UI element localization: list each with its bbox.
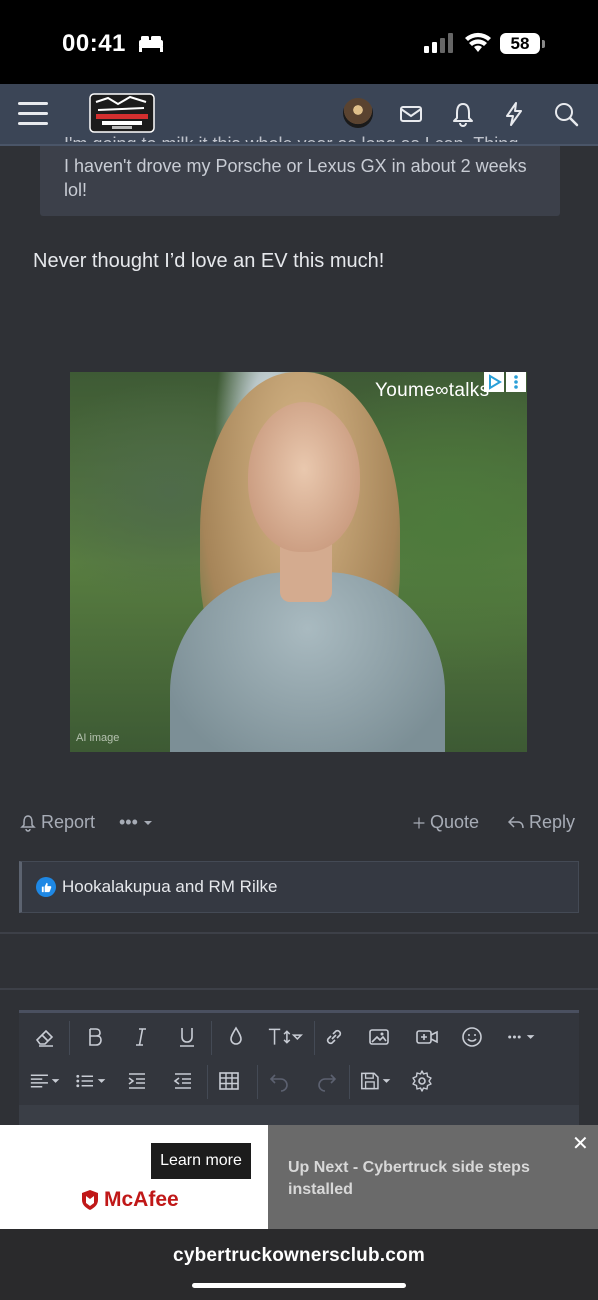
plus-icon xyxy=(413,817,425,828)
quote-label: Quote xyxy=(430,812,480,832)
divider xyxy=(0,932,598,934)
status-bar: 00:41 58 xyxy=(0,0,598,84)
bold-icon[interactable] xyxy=(81,1023,109,1051)
avatar[interactable] xyxy=(343,98,373,128)
quoted-post: I'm going to milk it this whole year as … xyxy=(40,134,560,216)
browser-url-bar[interactable]: cybertruckownersclub.com xyxy=(0,1229,598,1300)
post-actions: Report ••• Quote Reply xyxy=(0,810,598,838)
ad-image-face xyxy=(248,402,360,552)
url-text[interactable]: cybertruckownersclub.com xyxy=(0,1245,598,1267)
quote-button[interactable]: Quote xyxy=(412,812,479,833)
status-time: 00:41 xyxy=(62,30,126,57)
toolbar-separator xyxy=(257,1065,258,1099)
like-icon xyxy=(36,877,56,897)
emoji-icon[interactable] xyxy=(458,1023,486,1051)
table-icon[interactable] xyxy=(215,1067,243,1095)
quote-cut-line: I'm going to milk it this whole year as … xyxy=(64,132,536,142)
mcafee-shield-icon xyxy=(82,1190,98,1210)
gear-icon[interactable] xyxy=(408,1067,436,1095)
save-draft-icon[interactable] xyxy=(357,1067,397,1095)
undo-icon[interactable] xyxy=(265,1067,293,1095)
toolbar-separator xyxy=(69,1021,70,1055)
bell-icon[interactable] xyxy=(450,101,476,127)
toolbar-separator xyxy=(211,1021,212,1055)
report-label: Report xyxy=(41,812,96,832)
ad-image-label: AI image xyxy=(76,732,120,744)
ad-banner[interactable]: Youme∞talks AI image xyxy=(70,372,527,752)
battery-tip xyxy=(542,40,545,48)
underline-icon[interactable] xyxy=(173,1023,201,1051)
chevron-down-icon xyxy=(143,820,152,825)
mcafee-text: McAfee xyxy=(104,1188,179,1211)
reply-editor xyxy=(19,1010,579,1133)
learn-more-button[interactable]: Learn more xyxy=(151,1143,251,1179)
divider xyxy=(0,988,598,990)
align-icon[interactable] xyxy=(27,1067,67,1095)
report-button[interactable]: Report xyxy=(19,812,95,833)
up-next-text[interactable]: Up Next - Cybertruck side steps installe… xyxy=(288,1157,558,1201)
more-label: ••• xyxy=(119,812,138,832)
site-logo[interactable] xyxy=(88,90,156,136)
close-icon[interactable]: ✕ xyxy=(572,1131,589,1156)
mail-icon[interactable] xyxy=(398,101,424,127)
list-icon[interactable] xyxy=(73,1067,113,1095)
signal-icon xyxy=(424,33,453,53)
mcafee-logo: McAfee xyxy=(80,1188,179,1212)
toolbar-separator xyxy=(207,1065,208,1099)
adchoices-icon[interactable] xyxy=(484,372,504,392)
italic-icon[interactable] xyxy=(127,1023,155,1051)
bottom-ad-banner[interactable]: Learn more McAfee Up Next - Cybertruck s… xyxy=(0,1125,598,1229)
outdent-icon[interactable] xyxy=(169,1067,197,1095)
link-icon[interactable] xyxy=(320,1023,348,1051)
bed-icon xyxy=(139,36,163,52)
reactions-bar[interactable]: Hookalakupua and RM Rilke xyxy=(19,861,579,913)
reply-button[interactable]: Reply xyxy=(507,812,575,833)
more-tools-icon[interactable] xyxy=(503,1023,543,1051)
toolbar-separator xyxy=(349,1065,350,1099)
battery-indicator: 58 xyxy=(500,33,540,54)
indent-icon[interactable] xyxy=(123,1067,151,1095)
quote-text: I haven't drove my Porsche or Lexus GX i… xyxy=(64,156,527,200)
reply-icon xyxy=(507,815,524,828)
toolbar-separator xyxy=(314,1021,315,1055)
home-indicator[interactable] xyxy=(192,1283,406,1288)
bolt-icon[interactable] xyxy=(501,101,527,127)
post-body-text: Never thought I’d love an EV this much! xyxy=(33,250,385,272)
video-icon[interactable] xyxy=(413,1023,441,1051)
menu-icon[interactable] xyxy=(18,102,48,126)
redo-icon[interactable] xyxy=(313,1067,341,1095)
search-icon[interactable] xyxy=(553,101,579,127)
image-icon[interactable] xyxy=(365,1023,393,1051)
wifi-icon xyxy=(465,32,491,52)
reactions-text: Hookalakupua and RM Rilke xyxy=(62,877,278,896)
reply-label: Reply xyxy=(529,812,576,832)
page: 00:41 58 I haven't drove my Porsche or L… xyxy=(0,0,598,1300)
ad-menu-icon[interactable] xyxy=(506,372,526,392)
color-drop-icon[interactable] xyxy=(222,1023,250,1051)
bell-icon xyxy=(20,814,36,832)
more-options-button[interactable]: ••• xyxy=(119,812,154,833)
font-size-icon[interactable] xyxy=(265,1023,305,1051)
eraser-icon[interactable] xyxy=(31,1023,59,1051)
ad-brand: Youme∞talks xyxy=(375,380,490,401)
